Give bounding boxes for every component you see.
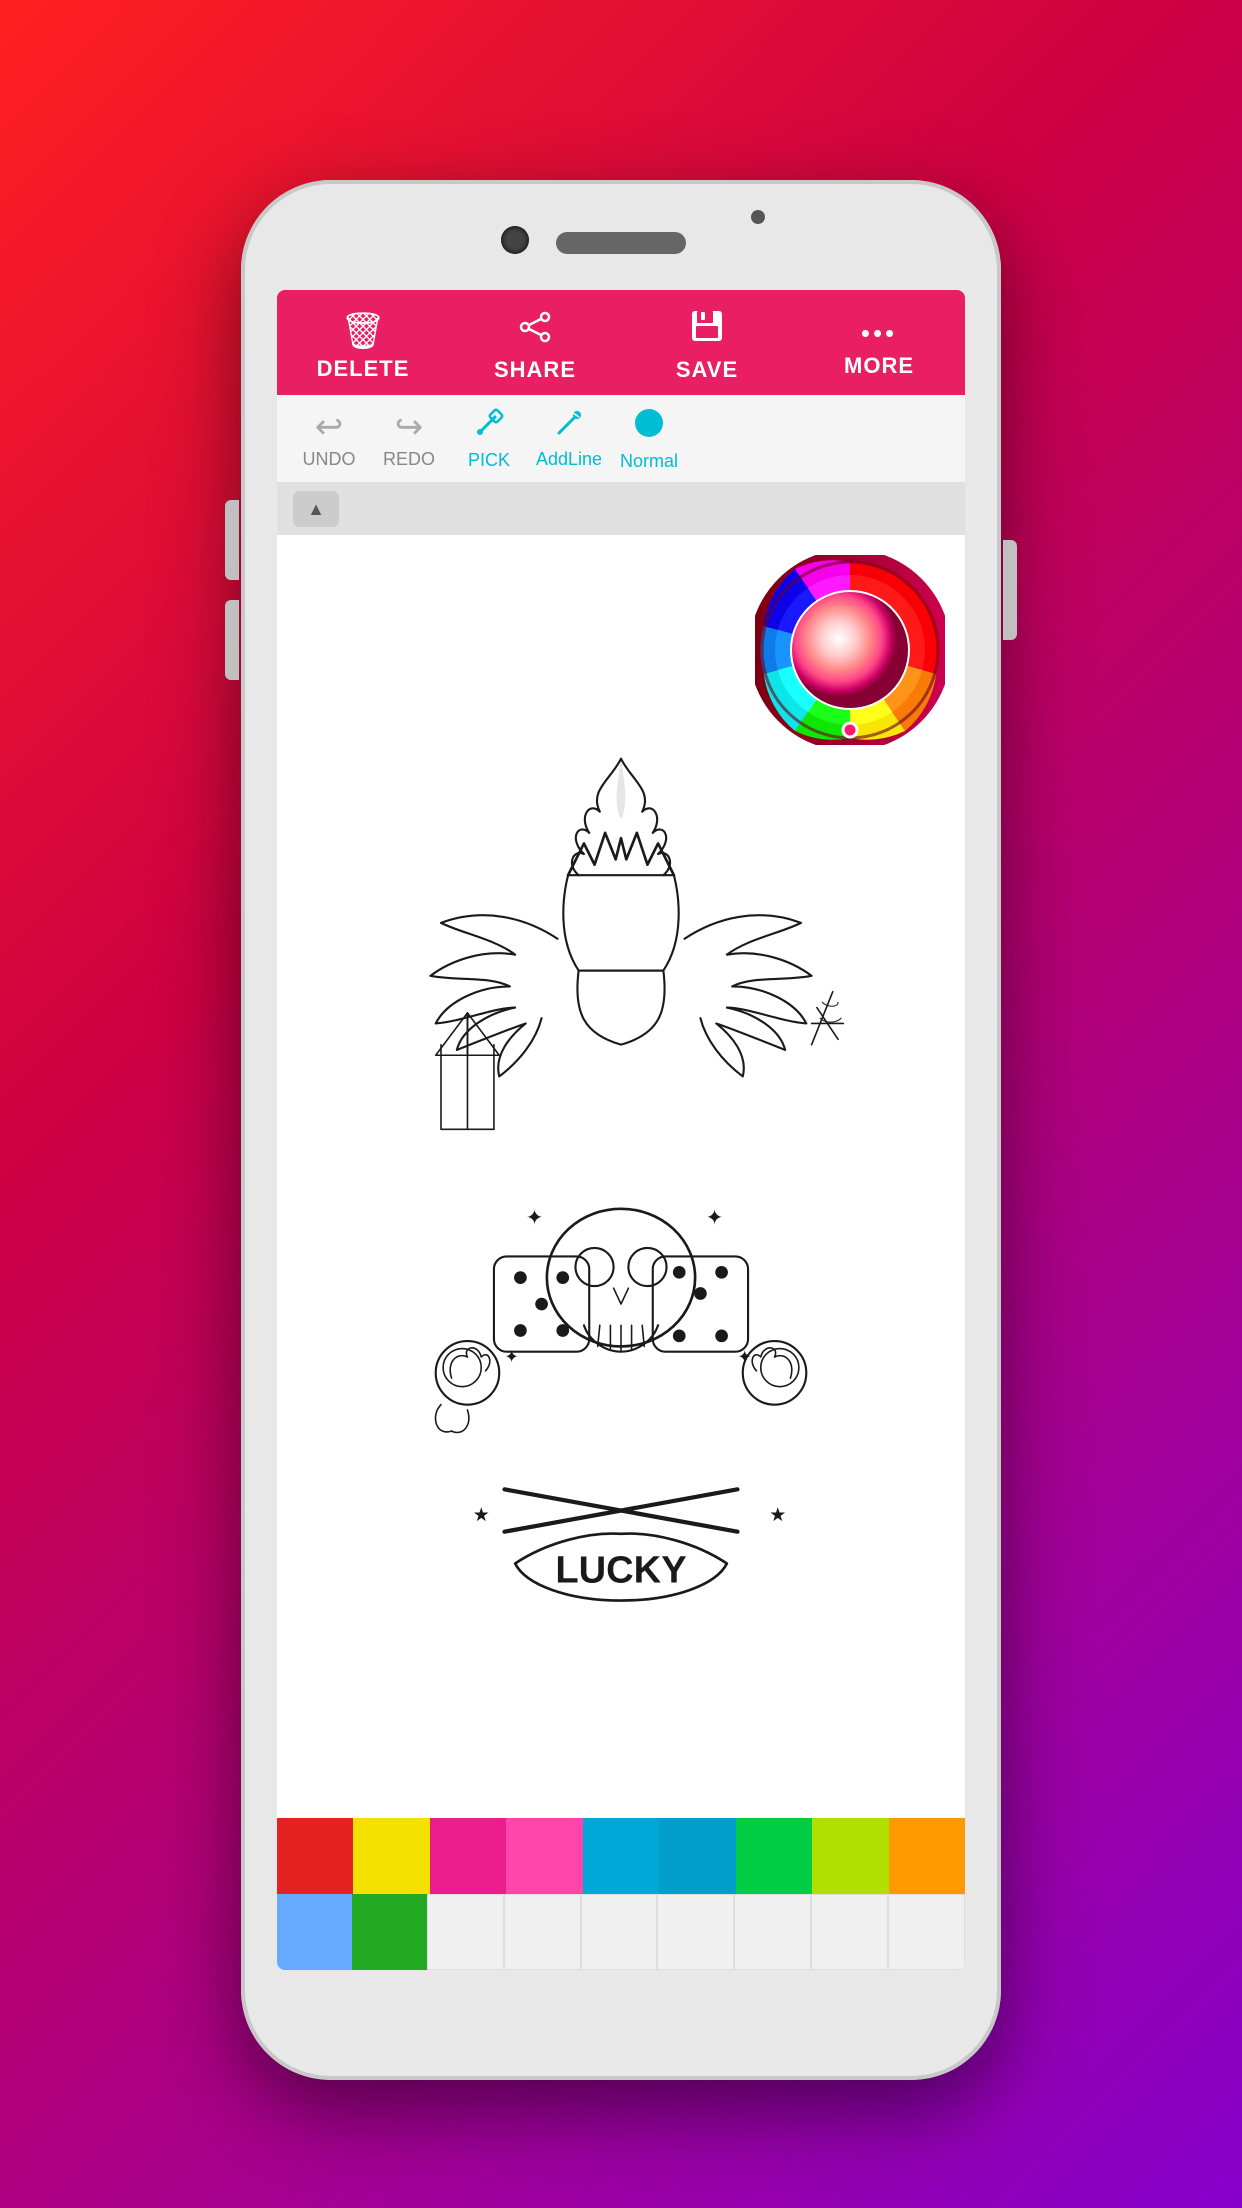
color-swatch-yellow[interactable]	[353, 1818, 429, 1894]
more-icon: •••	[861, 318, 897, 349]
svg-text:✦: ✦	[505, 1347, 519, 1366]
power-button[interactable]	[1003, 540, 1017, 640]
sub-toolbar: ↩ UNDO ↪ REDO PICK	[277, 395, 965, 483]
color-swatch-red[interactable]	[277, 1818, 353, 1894]
pick-icon	[473, 407, 505, 448]
color-swatch-white5[interactable]	[734, 1894, 811, 1970]
svg-text:LUCKY: LUCKY	[555, 1549, 686, 1591]
delete-button[interactable]: 🗑 DELETE	[277, 310, 449, 382]
color-swatch-lightblue[interactable]	[277, 1894, 352, 1970]
share-button[interactable]: SHARE	[449, 309, 621, 383]
delete-icon: 🗑	[340, 310, 386, 352]
color-swatch-green[interactable]	[736, 1818, 812, 1894]
canvas-area[interactable]: LUCKY ✦ ✦ ✦ ✦ ★ ★	[277, 535, 965, 1818]
tattoo-artwork: LUCKY ✦ ✦ ✦ ✦ ★ ★	[277, 535, 965, 1818]
color-swatch-hotpink[interactable]	[506, 1818, 582, 1894]
color-swatch-cyan2[interactable]	[659, 1818, 735, 1894]
phone-screen: 🗑 DELETE SHARE	[277, 290, 965, 1970]
expand-bar: ▲	[277, 483, 965, 535]
color-swatch-orange[interactable]	[889, 1818, 965, 1894]
redo-icon: ↪	[395, 407, 424, 447]
undo-icon: ↩	[315, 407, 344, 447]
phone-frame: 🗑 DELETE SHARE	[241, 180, 1001, 2080]
pick-button[interactable]: PICK	[453, 407, 525, 471]
addline-button[interactable]: AddLine	[533, 407, 605, 470]
phone-body: 🗑 DELETE SHARE	[241, 180, 1001, 2080]
front-camera	[501, 226, 529, 254]
save-button[interactable]: SAVE	[621, 308, 793, 383]
color-swatch-darkgreen[interactable]	[352, 1894, 427, 1970]
proximity-sensor	[751, 210, 765, 224]
color-swatch-white4[interactable]	[657, 1894, 734, 1970]
redo-button[interactable]: ↪ REDO	[373, 407, 445, 470]
svg-text:✦: ✦	[526, 1206, 544, 1229]
normal-button[interactable]: Normal	[613, 405, 685, 472]
color-swatch-cyan1[interactable]	[583, 1818, 659, 1894]
palette-row-1	[277, 1818, 965, 1894]
color-swatch-white1[interactable]	[427, 1894, 504, 1970]
color-swatch-lime[interactable]	[812, 1818, 888, 1894]
more-button[interactable]: ••• MORE	[793, 312, 965, 379]
color-swatch-white3[interactable]	[581, 1894, 658, 1970]
speaker	[556, 232, 686, 254]
main-toolbar: 🗑 DELETE SHARE	[277, 290, 965, 395]
expand-button[interactable]: ▲	[293, 491, 339, 527]
palette-row-2	[277, 1894, 965, 1970]
svg-text:★: ★	[769, 1505, 786, 1526]
color-palette	[277, 1818, 965, 1970]
color-swatch-white6[interactable]	[811, 1894, 888, 1970]
addline-icon	[553, 407, 585, 447]
svg-text:✦: ✦	[737, 1347, 751, 1366]
color-swatch-pink[interactable]	[430, 1818, 506, 1894]
svg-text:★: ★	[473, 1505, 490, 1526]
save-icon	[689, 308, 725, 353]
svg-text:✦: ✦	[706, 1206, 724, 1229]
volume-down-button[interactable]	[225, 600, 239, 680]
undo-button[interactable]: ↩ UNDO	[293, 407, 365, 470]
color-swatch-white2[interactable]	[504, 1894, 581, 1970]
color-swatch-white7[interactable]	[888, 1894, 965, 1970]
normal-icon	[631, 405, 667, 449]
share-icon	[517, 309, 553, 353]
volume-up-button[interactable]	[225, 500, 239, 580]
